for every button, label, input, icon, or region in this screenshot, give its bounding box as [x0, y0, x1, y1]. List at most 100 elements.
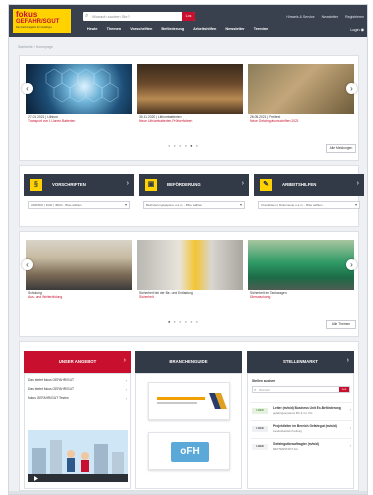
guide-header[interactable]: BRANCHENGUIDE: [135, 351, 242, 373]
offer-link-label: Das bietet fokus GEFAHR/GUT: [28, 378, 74, 382]
chevron-right-icon: ›: [349, 407, 351, 412]
logo-tagline: Das Fachmagazin für Gefahrgut: [16, 26, 52, 29]
slide-subcaption: Sicherheit: [139, 295, 154, 299]
category-title: BEFÖRDERUNG: [167, 182, 201, 187]
slide-item[interactable]: 26.05.2021 | Freitext Neue Gefahrgutvors…: [248, 64, 354, 132]
nav-item-newsletter[interactable]: Newsletter: [225, 27, 244, 31]
nav-item-termine[interactable]: Termine: [254, 27, 269, 31]
slider-prev-button[interactable]: ‹: [22, 259, 33, 270]
category-header[interactable]: ✎ ARBEITSHILFEN ›: [254, 174, 364, 196]
category-header[interactable]: ▣ BEFÖRDERUNG ›: [139, 174, 249, 196]
slide-subcaption: Transport von Li-Ionen-Batterien: [28, 119, 76, 123]
slide-subcaption: Aus- und Weiterbildung: [28, 295, 63, 299]
slide-item[interactable]: 27.01.2021 | Lithium Transport von Li-Io…: [26, 64, 132, 132]
offer-header[interactable]: UNSER ANGEBOT ›: [24, 351, 131, 373]
nav-item-befoerderung[interactable]: Beförderung: [161, 27, 184, 31]
partner-logo-graphic: [157, 393, 227, 409]
header-search[interactable]: ⌕ Wonach suchen Sie? Los: [83, 12, 195, 21]
topics-slider: Schulung Aus- und Weiterbildung Sicherhe…: [19, 231, 359, 337]
job-listing[interactable]: LOGO Leiter (m/w/d) Business Unit Ex-Bef…: [251, 402, 352, 418]
category-card-vorschriften[interactable]: § VORSCHRIFTEN › ADR/RID | DGR | IMDG - …: [24, 174, 134, 222]
book-icon: §: [30, 179, 42, 191]
slide-image-hands: [248, 64, 354, 114]
slide-subcaption: Überwachung: [250, 295, 271, 299]
slider-next-button[interactable]: ›: [346, 259, 357, 270]
job-listing[interactable]: LOGO Gefahrgutbeauftragter (m/w/d) RETTE…: [251, 438, 352, 454]
chevron-right-icon: ›: [349, 443, 351, 448]
slider-prev-button[interactable]: ‹: [22, 83, 33, 94]
partner-logo-1[interactable]: [148, 382, 230, 420]
slide-image-meeting: [26, 240, 132, 290]
category-card-arbeitshilfen[interactable]: ✎ ARBEITSHILFEN › Checklisten | Dokument…: [254, 174, 364, 222]
news-slider: 27.01.2021 | Lithium Transport von Li-Io…: [19, 55, 359, 161]
search-button[interactable]: Los: [182, 12, 195, 21]
job-title: Gefahrgutbeauftragter (m/w/d): [273, 442, 319, 446]
top-link-newsletter[interactable]: Newsletter: [322, 15, 339, 19]
slide-image-workers: [137, 240, 243, 290]
category-select[interactable]: Checklisten | Dokumente u.a.m. - Bitte w…: [258, 201, 360, 209]
jobs-header[interactable]: STELLENMARKT ›: [247, 351, 354, 373]
offer-link[interactable]: Das bietet fokus GEFAHR/GUT ›: [28, 387, 127, 392]
chevron-right-icon: ›: [349, 425, 351, 430]
chevron-right-icon: ›: [241, 180, 244, 187]
slide-subcaption: Neue Lithiumbatterien-Prüfverfahren: [139, 119, 193, 123]
guide-title: BRANCHENGUIDE: [169, 359, 208, 364]
top-link-register[interactable]: Registrieren: [345, 15, 364, 19]
slider-dots[interactable]: ● ● ● ● ● ●: [168, 143, 199, 148]
all-news-button[interactable]: Alle Meldungen: [326, 144, 356, 153]
jobs-search-label: Stellen suchen: [252, 379, 276, 383]
city-people-illustration: [28, 440, 128, 482]
select-value: ADR/RID | DGR | IMDG - Bitte wählen: [31, 203, 82, 207]
chevron-down-icon: ▾: [124, 202, 127, 207]
slide-image-tunnel: [26, 64, 132, 114]
offer-body: Das bietet fokus GEFAHR/GUT › Das bietet …: [24, 373, 131, 489]
logo-line1: fokus: [16, 10, 38, 19]
job-company: Landesbetrieb Freiburg: [273, 429, 302, 433]
jobs-search-input[interactable]: ⌕ Wonach Los: [252, 386, 350, 393]
search-input[interactable]: Wonach suchen Sie?: [92, 14, 130, 19]
slider-next-button[interactable]: ›: [346, 83, 357, 94]
chevron-right-icon: ›: [123, 357, 126, 364]
login-link[interactable]: Login ◉: [350, 27, 364, 32]
job-company-logo: LOGO: [252, 426, 268, 432]
offer-link[interactable]: Das bietet fokus GEFAHR/GUT ›: [28, 378, 127, 383]
category-select[interactable]: ADR/RID | DGR | IMDG - Bitte wählen ▾: [28, 201, 130, 209]
slide-item[interactable]: Sicherheit im Tankwagen Überwachung: [248, 240, 354, 308]
user-icon: ◉: [360, 28, 364, 32]
footer-strip: [9, 491, 367, 494]
jobs-title: STELLENMARKT: [282, 359, 319, 364]
category-select[interactable]: Beförderungspapiere u.a.m. - Bitte wähle…: [143, 201, 245, 209]
top-links: Hinweis & Service Newsletter Registriere…: [280, 15, 364, 19]
category-card-befoerderung[interactable]: ▣ BEFÖRDERUNG › Beförderungspapiere u.a.…: [139, 174, 249, 222]
offer-title: UNSER ANGEBOT: [58, 359, 97, 364]
chevron-down-icon: ▾: [354, 202, 357, 207]
slide-item[interactable]: 30.11.2020 | Lithiumbatterien Neue Lithi…: [137, 64, 243, 132]
search-icon: ⌕: [85, 13, 89, 19]
select-value: Beförderungspapiere u.a.m. - Bitte wähle…: [146, 203, 203, 207]
slide-item[interactable]: Schulung Aus- und Weiterbildung: [26, 240, 132, 308]
slide-item[interactable]: Sicherheit bei der Be- und Entladung Sic…: [137, 240, 243, 308]
slider-dots[interactable]: ● ● ● ● ● ●: [168, 319, 199, 324]
job-title: Leiter (m/w/d) Business Unit Ex-Beförder…: [273, 406, 341, 410]
all-topics-button[interactable]: Alle Themen: [326, 320, 356, 329]
partner-logo-2[interactable]: oFH: [148, 432, 230, 470]
job-listing[interactable]: LOGO Projektleiter im Bereich Gefahrgut …: [251, 420, 352, 436]
nav-item-vorschriften[interactable]: Vorschriften: [130, 27, 152, 31]
nav-item-arbeitshilfen[interactable]: Arbeitshilfen: [193, 27, 216, 31]
promo-illustration[interactable]: [28, 430, 128, 482]
hex-pattern-graphic: [45, 68, 119, 103]
nav-item-heute[interactable]: Heute: [87, 27, 98, 31]
breadcrumb: Startseite / Homepage: [18, 45, 53, 49]
nav-item-themen[interactable]: Themen: [107, 27, 122, 31]
jobs-search-button[interactable]: Los: [339, 387, 349, 392]
jobs-search-placeholder: Wonach: [259, 388, 270, 392]
category-header[interactable]: § VORSCHRIFTEN ›: [24, 174, 134, 196]
site-logo[interactable]: fokus GEFAHR/SGUT Das Fachmagazin für Ge…: [13, 9, 71, 33]
category-title: ARBEITSHILFEN: [282, 182, 317, 187]
ofh-logo-icon: oFH: [171, 442, 209, 462]
main-nav: Heute Themen Vorschriften Beförderung Ar…: [87, 27, 276, 31]
chevron-right-icon: ›: [125, 396, 127, 401]
page-frame: fokus GEFAHR/SGUT Das Fachmagazin für Ge…: [8, 4, 368, 495]
offer-link[interactable]: fokus GEFAHR/GUT Testen ›: [28, 396, 127, 401]
top-link-service[interactable]: Hinweis & Service: [286, 15, 314, 19]
